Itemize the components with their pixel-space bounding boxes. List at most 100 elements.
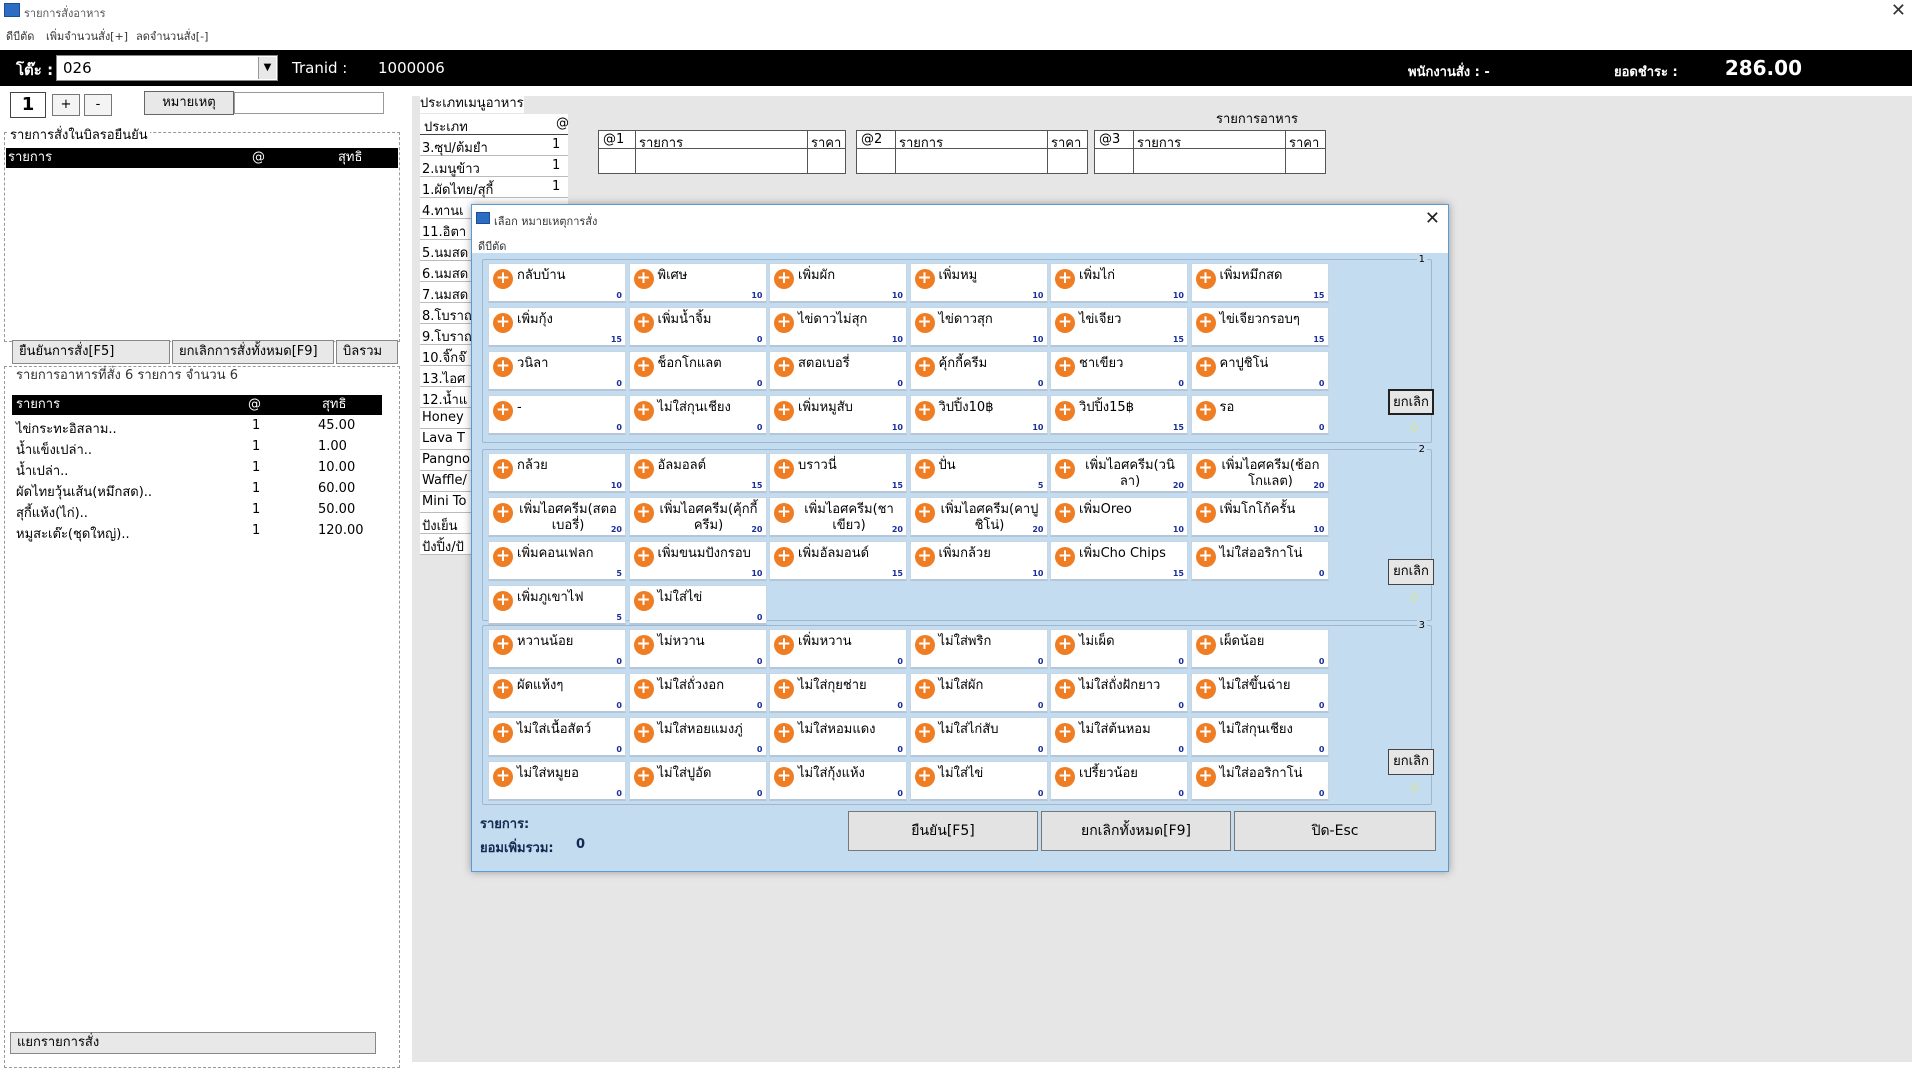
note-option[interactable]: + เพิ่มไอศครีม(สตอเบอรี่) 20	[488, 497, 626, 537]
plus-button[interactable]: +	[52, 94, 80, 116]
note-option[interactable]: + ไข่เจียว 15	[1050, 307, 1188, 347]
note-option[interactable]: + ไม่หวาน 0	[628, 629, 767, 669]
note-option[interactable]: + ไม่ใส่กุนเชียง 0	[1190, 717, 1329, 757]
table-row[interactable]: ไข่กระทะอิสลาม.. 1 45.00	[16, 418, 376, 438]
split-order-button[interactable]: แยกรายการสั่ง	[10, 1032, 376, 1054]
food-grid-1[interactable]: @1 รายการ ราคา	[598, 130, 846, 174]
note-option[interactable]: + ไม่ใส่ไก่สับ 0	[909, 717, 1048, 757]
note-option[interactable]: + ไม่ใส่พริก 0	[909, 629, 1048, 669]
note-option[interactable]: + เพิ่มกล้วย 10	[909, 541, 1048, 581]
note-option[interactable]: + เพิ่มหวาน 0	[769, 629, 907, 669]
note-option[interactable]: + เพิ่มไอศครีม(คาปูชิโน่) 20	[909, 497, 1048, 537]
note-option[interactable]: + ไม่ใส่หอมแดง 0	[769, 717, 907, 757]
note-option[interactable]: + กล้วย 10	[488, 453, 626, 493]
note-option[interactable]: + ไข่ดาวไม่สุก 10	[769, 307, 907, 347]
note-option[interactable]: + เพิ่มหมูสับ 10	[769, 395, 907, 435]
category-item[interactable]: 3.ซุป/ต้มยำ 1	[420, 135, 568, 156]
dialog-menu-item[interactable]: ดีบีตัด	[478, 237, 506, 255]
food-grid-2[interactable]: @2 รายการ ราคา	[856, 130, 1088, 174]
note-option[interactable]: + เพิ่มไอศครีม(ชาเขียว) 20	[769, 497, 907, 537]
note-option[interactable]: + หวานน้อย 0	[488, 629, 626, 669]
note-option[interactable]: + ไม่เผ็ด 0	[1050, 629, 1188, 669]
note-option[interactable]: + ไม่ใส่ไข่ 0	[909, 761, 1048, 801]
note-input[interactable]	[234, 92, 384, 114]
category-item[interactable]: 2.เมนูข้าว 1	[420, 156, 568, 177]
note-option[interactable]: + ปั่น 5	[909, 453, 1048, 493]
note-option[interactable]: + เพิ่มขนมปังกรอบ 10	[628, 541, 767, 581]
table-row[interactable]: น้ำเปล่า.. 1 10.00	[16, 460, 376, 480]
note-option[interactable]: + ไม่ใส่ต้นหอม 0	[1050, 717, 1188, 757]
note-option[interactable]: + ไม่ใส่ไข่ 0	[628, 585, 767, 625]
group-cancel-button[interactable]: ยกเลิก	[1388, 559, 1434, 585]
note-option[interactable]: + พิเศษ 10	[628, 263, 767, 303]
note-option[interactable]: + ไม่ใส่เนื้อสัตว์ 0	[488, 717, 626, 757]
note-option[interactable]: + ไม่ใส่ถั่งฝักยาว 0	[1050, 673, 1188, 713]
menu-item-edit[interactable]: ดีบีตัด	[6, 27, 34, 45]
note-option[interactable]: + ไม่ใส่ออริกาโน่ 0	[1190, 541, 1329, 581]
dialog-confirm-button[interactable]: ยืนยัน[F5]	[848, 811, 1038, 851]
note-option[interactable]: + เพิ่มคอนเฟลก 5	[488, 541, 626, 581]
note-option[interactable]: + เพิ่มโกโก้ครั้น 10	[1190, 497, 1329, 537]
note-option[interactable]: + เพิ่มไอศครีม(ช้อกโกแลต) 20	[1190, 453, 1329, 493]
note-option[interactable]: + ไม่ใส่ปูอัด 0	[628, 761, 767, 801]
note-option[interactable]: + ชาเขียว 0	[1050, 351, 1188, 391]
note-option[interactable]: + เพิ่มภูเขาไฟ 5	[488, 585, 626, 625]
note-option[interactable]: + วิปปิ้ง10฿ 10	[909, 395, 1048, 435]
note-option[interactable]: + ช็อกโกแลต 0	[628, 351, 767, 391]
note-option[interactable]: + เพิ่มผัก 10	[769, 263, 907, 303]
note-option[interactable]: + วิปปิ้ง15฿ 15	[1050, 395, 1188, 435]
note-option[interactable]: + ไม่ใส่กุ้งแห้ง 0	[769, 761, 907, 801]
group-cancel-button[interactable]: ยกเลิก	[1388, 749, 1434, 775]
note-option[interactable]: + เพิ่มไอศครีม(วนิลา) 20	[1050, 453, 1188, 493]
combined-bill-button[interactable]: บิลรวม	[336, 340, 398, 364]
note-option[interactable]: + เพิ่มหมู 10	[909, 263, 1048, 303]
note-option[interactable]: + อัลมอลต์ 15	[628, 453, 767, 493]
note-option[interactable]: + ไม่ใส่กุยช่าย 0	[769, 673, 907, 713]
note-option[interactable]: + ไม่ใส่หอยแมงภู่ 0	[628, 717, 767, 757]
note-option[interactable]: + กลับบ้าน 0	[488, 263, 626, 303]
note-option[interactable]: + เพิ่มไก่ 10	[1050, 263, 1188, 303]
note-option[interactable]: + เปรี้ยวน้อย 0	[1050, 761, 1188, 801]
note-option[interactable]: + รอ 0	[1190, 395, 1329, 435]
table-row[interactable]: ผัดไทยวุ้นเส้น(หมึกสด).. 1 60.00	[16, 481, 376, 501]
dialog-cancel-all-button[interactable]: ยกเลิกทั้งหมด[F9]	[1041, 811, 1231, 851]
group-cancel-button[interactable]: ยกเลิก	[1388, 389, 1434, 415]
note-option[interactable]: + ไม่ใส่ผัก 0	[909, 673, 1048, 713]
note-option[interactable]: + ไม่ใส่ถั่วงอก 0	[628, 673, 767, 713]
table-select[interactable]: 026 ▼	[56, 55, 278, 81]
chevron-down-icon[interactable]: ▼	[258, 57, 276, 79]
note-option[interactable]: + เพิ่มอัลมอนด์ 15	[769, 541, 907, 581]
table-row[interactable]: น้ำแข็งเปล่า.. 1 1.00	[16, 439, 376, 459]
note-option[interactable]: + คาปูชิโน่ 0	[1190, 351, 1329, 391]
note-option[interactable]: + ไข่ดาวสุก 10	[909, 307, 1048, 347]
category-item[interactable]: 1.ผัดไทย/สุกี้ 1	[420, 177, 568, 198]
note-option[interactable]: + เพิ่มCho Chips 15	[1050, 541, 1188, 581]
menu-item-increase[interactable]: เพิ่มจำนวนสั่ง[+]	[46, 27, 128, 45]
note-option[interactable]: + ผัดแห้งๆ 0	[488, 673, 626, 713]
food-grid-3[interactable]: @3 รายการ ราคา	[1094, 130, 1326, 174]
menu-item-decrease[interactable]: ลดจำนวนสั่ง[-]	[136, 27, 208, 45]
minus-button[interactable]: -	[84, 94, 112, 116]
note-option[interactable]: + เพิ่มไอศครีม(คุ้กกี้ครีม) 20	[628, 497, 767, 537]
note-option[interactable]: + เพิ่มหมึกสด 15	[1190, 263, 1329, 303]
note-option[interactable]: + วนิลา 0	[488, 351, 626, 391]
close-icon[interactable]: ✕	[1425, 208, 1440, 229]
cancel-all-order-button[interactable]: ยกเลิกการสั่งทั้งหมด[F9]	[172, 340, 334, 364]
note-option[interactable]: + - 0	[488, 395, 626, 435]
note-option[interactable]: + บราวนี่ 15	[769, 453, 907, 493]
note-option[interactable]: + ไม่ใส่ขึ้นฉ่าย 0	[1190, 673, 1329, 713]
dialog-close-button[interactable]: ปิด-Esc	[1234, 811, 1436, 851]
note-button[interactable]: หมายเหตุ	[144, 91, 234, 115]
note-option[interactable]: + เพิ่มกุ้ง 15	[488, 307, 626, 347]
close-icon[interactable]: ✕	[1891, 0, 1906, 21]
note-option[interactable]: + เพิ่มOreo 10	[1050, 497, 1188, 537]
note-option[interactable]: + คุ้กกี้ครีม 0	[909, 351, 1048, 391]
note-option[interactable]: + ไข่เจียวกรอบๆ 15	[1190, 307, 1329, 347]
table-row[interactable]: หมูสะเต๊ะ(ชุดใหญ่).. 1 120.00	[16, 523, 376, 543]
note-option[interactable]: + ไม่ใส่ออริกาโน่ 0	[1190, 761, 1329, 801]
note-option[interactable]: + เผ็ดน้อย 0	[1190, 629, 1329, 669]
note-option[interactable]: + สตอเบอรี่ 0	[769, 351, 907, 391]
note-option[interactable]: + ไม่ใส่หมูยอ 0	[488, 761, 626, 801]
quantity-field[interactable]: 1	[10, 92, 46, 118]
table-row[interactable]: สุกี้แห้ง(ไก่).. 1 50.00	[16, 502, 376, 522]
